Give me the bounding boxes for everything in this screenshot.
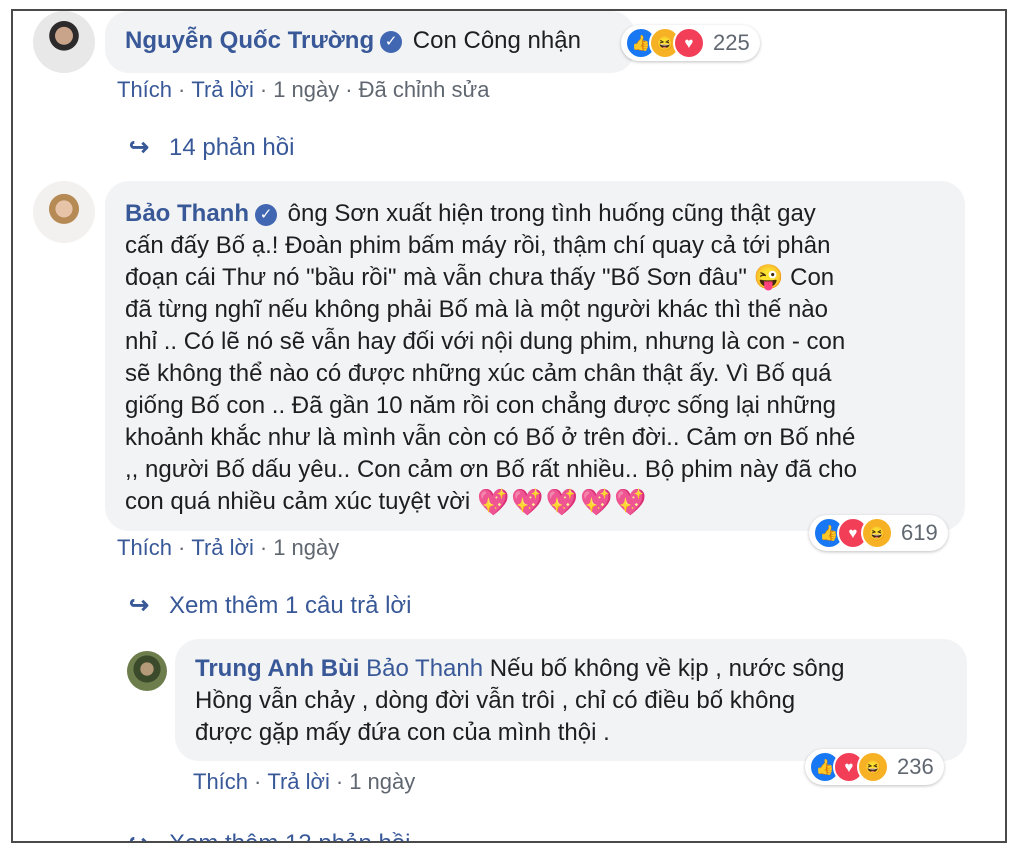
- avatar[interactable]: [127, 651, 167, 691]
- comment-line: cấn đấy Bố ạ.! Đoàn phim bấm máy rồi, th…: [125, 232, 831, 259]
- verified-badge-icon: ✓: [380, 31, 403, 53]
- reply-line: Hồng vẫn chảy , dòng đời vẫn trôi , chỉ …: [195, 687, 796, 714]
- haha-reaction-icon: 😆: [861, 517, 893, 549]
- view-more-replies-label[interactable]: Xem thêm 1 câu trả lời: [169, 592, 412, 620]
- avatar[interactable]: [33, 181, 95, 243]
- verified-badge-icon: ✓: [255, 204, 277, 226]
- avatar[interactable]: [33, 11, 95, 73]
- comment-actions: Thích · Trả lời · 1 ngày · Đã chỉnh sửa: [117, 77, 490, 102]
- like-link[interactable]: Thích: [117, 535, 172, 560]
- reply-line: Nếu bố không về kịp , nước sông: [489, 655, 845, 682]
- comment-author[interactable]: Nguyễn Quốc Trường: [125, 27, 374, 54]
- reply-link[interactable]: Trả lời: [191, 77, 254, 102]
- comment-line: đã từng nghĩ nếu không phải Bố mà là một…: [125, 296, 828, 323]
- reaction-count: 225: [713, 30, 750, 55]
- view-replies-label[interactable]: 14 phản hồi: [169, 134, 294, 162]
- reply-link[interactable]: Trả lời: [191, 535, 254, 560]
- winking-tongue-emoji-icon: 😜: [753, 264, 784, 291]
- mention-tag[interactable]: Bảo Thanh: [366, 655, 483, 682]
- view-replies-link[interactable]: ↪ 14 phản hồi: [129, 133, 294, 162]
- comment-text: Con Công nhận: [412, 27, 581, 54]
- comment-line: sẽ không thể nào có được những xúc cảm c…: [125, 360, 832, 387]
- comment-line: ,, người Bố dấu yêu.. Con cảm ơn Bố rất …: [125, 456, 857, 483]
- edited-label: Đã chỉnh sửa: [358, 77, 490, 102]
- reply-link[interactable]: Trả lời: [267, 769, 330, 794]
- comment-time[interactable]: 1 ngày: [273, 535, 339, 560]
- reaction-summary[interactable]: 👍 ♥ 😆 619: [809, 515, 948, 551]
- like-link[interactable]: Thích: [117, 77, 172, 102]
- comment-line: giống Bố con .. Đã gần 10 năm rồi con ch…: [125, 392, 836, 419]
- comment-line: nhỉ .. Có lẽ nó sẽ vẫn hay đối với nội d…: [125, 328, 846, 355]
- reaction-summary[interactable]: 👍 ♥ 😆 236: [805, 749, 944, 785]
- haha-reaction-icon: 😆: [857, 751, 889, 783]
- comment-bubble: Nguyễn Quốc Trường ✓ Con Công nhận: [105, 11, 635, 73]
- comment-actions: Thích · Trả lời · 1 ngày: [117, 535, 340, 560]
- comment-author[interactable]: Bảo Thanh: [125, 200, 249, 227]
- love-reaction-icon: ♥: [673, 27, 705, 59]
- reply-bubble: Trung Anh Bùi Bảo Thanh Nếu bố không về …: [175, 639, 967, 761]
- reply-arrow-icon: ↪: [129, 829, 169, 841]
- comment-line: khoảnh khắc như là mình vẫn còn có Bố ở …: [125, 424, 856, 451]
- reply-actions: Thích · Trả lời · 1 ngày: [193, 769, 416, 794]
- comment-line: đoạn cái Thư nó "bầu rồi" mà vẫn chưa th…: [125, 264, 747, 291]
- comment-time[interactable]: 1 ngày: [273, 77, 339, 102]
- comment-time[interactable]: 1 ngày: [349, 769, 415, 794]
- comment-line: Con: [790, 264, 835, 291]
- comment-line: ông Sơn xuất hiện trong tình huống cũng …: [287, 200, 816, 227]
- reply-arrow-icon: ↪: [129, 592, 150, 619]
- view-more-replies-label[interactable]: Xem thêm 13 phản hồi: [169, 830, 411, 842]
- reaction-count: 619: [901, 520, 938, 545]
- comment-bubble: Bảo Thanh ✓ ông Sơn xuất hiện trong tình …: [105, 181, 965, 531]
- reaction-summary[interactable]: 👍 😆 ♥ 225: [621, 25, 760, 61]
- like-link[interactable]: Thích: [193, 769, 248, 794]
- comments-panel: Nguyễn Quốc Trường ✓ Con Công nhận 👍 😆 ♥ …: [11, 9, 1007, 843]
- sparkling-heart-emoji-icon: 💖💖💖💖💖: [476, 487, 649, 517]
- reply-line: được gặp mấy đứa con của mình thội .: [195, 719, 610, 746]
- reply-arrow-icon: ↪: [129, 134, 150, 161]
- reply-author[interactable]: Trung Anh Bùi: [195, 655, 359, 682]
- view-more-replies-link[interactable]: ↪ Xem thêm 1 câu trả lời: [129, 591, 412, 620]
- reaction-count: 236: [897, 754, 934, 779]
- view-more-replies-link[interactable]: ↪ Xem thêm 13 phản hồi: [129, 829, 411, 842]
- comment-line: con quá nhiều cảm xúc tuyệt vời: [125, 488, 471, 515]
